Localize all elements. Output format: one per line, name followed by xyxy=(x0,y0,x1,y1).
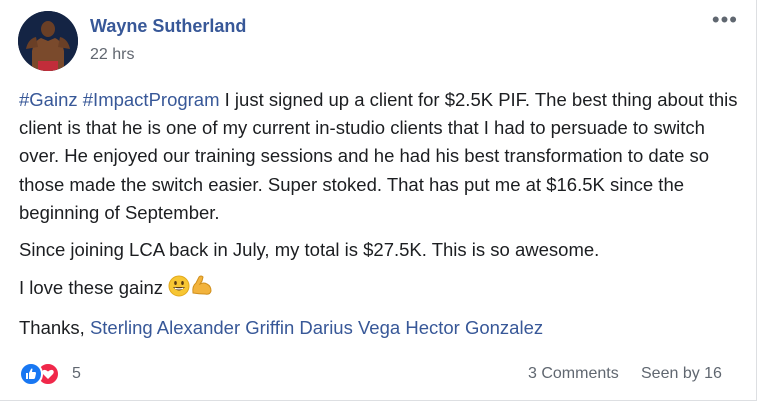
more-options-icon[interactable]: ••• xyxy=(712,9,738,31)
seen-by-link[interactable]: Seen by 16 xyxy=(641,365,722,383)
comments-count-link[interactable]: 3 Comments xyxy=(528,365,619,383)
hashtag-gainz[interactable]: #Gainz xyxy=(19,89,78,110)
grinning-face-icon xyxy=(168,275,190,305)
post-paragraph-3-text: I love these gainz xyxy=(19,277,169,299)
post-paragraph-3: I love these gainz xyxy=(19,273,744,305)
author-name[interactable]: Wayne Sutherland xyxy=(90,16,246,37)
avatar-photo xyxy=(18,11,78,71)
avatar[interactable] xyxy=(18,11,78,71)
post-body: #Gainz #ImpactProgram I just signed up a… xyxy=(19,86,744,352)
post-paragraph-2: Since joining LCA back in July, my total… xyxy=(19,239,600,261)
mention-hector-gonzalez[interactable]: Hector Gonzalez xyxy=(405,317,543,338)
post-footer: 5 3 Comments Seen by 16 xyxy=(0,360,756,390)
post-paragraph-1: #Gainz #ImpactProgram I just signed up a… xyxy=(19,86,744,227)
reaction-count[interactable]: 5 xyxy=(72,365,81,383)
thanks-prefix: Thanks, xyxy=(19,317,90,339)
like-icon xyxy=(19,362,43,386)
flexed-biceps-icon xyxy=(190,273,214,305)
post-card: Wayne Sutherland 22 hrs ••• #Gainz #Impa… xyxy=(0,0,757,401)
mention-sterling-alexander-griffin[interactable]: Sterling Alexander Griffin xyxy=(90,317,294,338)
post-timestamp[interactable]: 22 hrs xyxy=(90,46,134,64)
hashtag-impactprogram[interactable]: #ImpactProgram xyxy=(83,89,220,110)
mention-darius-vega[interactable]: Darius Vega xyxy=(299,317,400,338)
post-thanks: Thanks, Sterling Alexander Griffin Dariu… xyxy=(19,314,744,342)
